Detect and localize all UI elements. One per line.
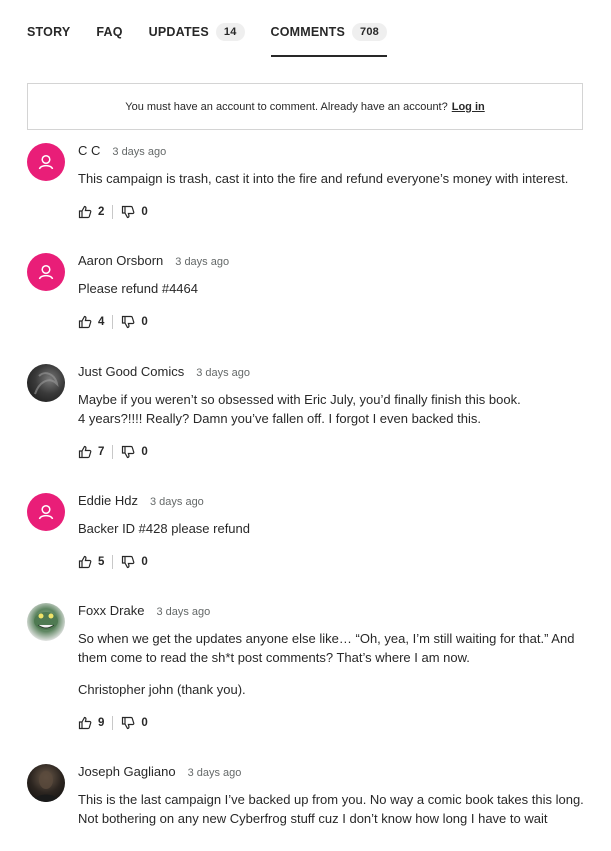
thumbs-up-icon — [78, 555, 92, 569]
thumbs-up-icon — [78, 315, 92, 329]
tab-label: COMMENTS — [270, 25, 346, 39]
comment-time: 3 days ago — [175, 256, 230, 268]
tab-story[interactable]: STORY — [27, 18, 70, 46]
comment-time: 3 days ago — [196, 367, 251, 379]
comment-line: Maybe if you weren’t so obsessed with Er… — [78, 392, 521, 407]
vote-bar: 5 0 — [78, 554, 598, 570]
dislike-count: 0 — [141, 206, 148, 218]
like-button[interactable]: 2 — [78, 205, 104, 219]
like-button[interactable]: 5 — [78, 555, 104, 569]
divider — [112, 555, 114, 569]
login-notice: You must have an account to comment. Alr… — [27, 83, 583, 130]
user-icon — [38, 264, 54, 280]
thumbs-down-icon — [122, 445, 135, 459]
comment-text: So when we get the updates anyone else l… — [78, 629, 598, 699]
avatar[interactable] — [27, 253, 65, 291]
profile-photo-icon — [33, 771, 59, 802]
thumbs-up-icon — [78, 716, 92, 730]
comment-text: This is the last campaign I’ve backed up… — [78, 790, 598, 828]
comment-line: This campaign is trash, cast it into the… — [78, 171, 569, 186]
comment-time: 3 days ago — [156, 606, 211, 618]
comment-author[interactable]: Eddie Hdz — [78, 493, 138, 508]
avatar[interactable] — [27, 493, 65, 531]
vote-bar: 2 0 — [78, 204, 598, 220]
dislike-count: 0 — [141, 446, 148, 458]
dislike-button[interactable]: 0 — [121, 445, 148, 459]
like-count: 9 — [98, 717, 105, 729]
avatar[interactable] — [27, 603, 65, 641]
like-count: 2 — [98, 206, 105, 218]
thumbs-up-icon — [78, 445, 92, 459]
tab-label: STORY — [27, 25, 71, 39]
comment-author[interactable]: Just Good Comics — [78, 364, 184, 379]
tab-label: UPDATES — [148, 25, 209, 39]
comment-text: This campaign is trash, cast it into the… — [78, 169, 598, 188]
tab-bar: STORY FAQ UPDATES 14 COMMENTS 708 — [27, 18, 413, 58]
thumbs-down-icon — [122, 716, 135, 730]
comment-author[interactable]: Joseph Gagliano — [78, 764, 176, 779]
vote-bar: 7 0 — [78, 444, 598, 460]
comment-author[interactable]: Foxx Drake — [78, 603, 144, 618]
like-count: 4 — [98, 316, 105, 328]
like-count: 7 — [98, 446, 105, 458]
avatar[interactable] — [27, 764, 65, 802]
comment-author[interactable]: C C — [78, 143, 100, 158]
divider — [112, 205, 114, 219]
user-icon — [38, 154, 54, 170]
tab-comments[interactable]: COMMENTS 708 — [270, 18, 388, 57]
comment-text: Please refund #4464 — [78, 279, 598, 298]
divider — [112, 445, 114, 459]
comment-line: Christopher john (thank you). — [78, 682, 246, 697]
login-link[interactable]: Log in — [452, 101, 485, 113]
user-icon — [38, 504, 54, 520]
comment-time: 3 days ago — [187, 767, 242, 779]
comment-line: This is the last campaign I’ve backed up… — [78, 792, 584, 807]
comment-text: Backer ID #428 please refund — [78, 519, 598, 538]
thumbs-down-icon — [122, 555, 135, 569]
vote-bar: 4 0 — [78, 314, 598, 330]
vote-bar: 9 0 — [78, 715, 598, 731]
like-count: 5 — [98, 556, 105, 568]
thumbs-up-icon — [78, 205, 92, 219]
tab-label: FAQ — [96, 25, 123, 39]
notice-text: You must have an account to comment. Alr… — [125, 100, 448, 113]
avatar[interactable] — [27, 364, 65, 402]
frog-avatar-icon — [34, 612, 58, 630]
comment-line: Backer ID #428 please refund — [78, 521, 250, 536]
thumbs-down-icon — [122, 315, 135, 329]
dislike-button[interactable]: 0 — [121, 205, 148, 219]
tab-count-badge: 14 — [215, 23, 245, 41]
dislike-count: 0 — [141, 316, 148, 328]
divider — [112, 315, 114, 329]
dislike-count: 0 — [141, 717, 148, 729]
dislike-button[interactable]: 0 — [121, 716, 148, 730]
divider — [112, 716, 114, 730]
thumbs-down-icon — [122, 205, 135, 219]
comment-line: 4 years?!!!! Really? Damn you’ve fallen … — [78, 411, 481, 426]
dislike-button[interactable]: 0 — [121, 555, 148, 569]
avatar[interactable] — [27, 143, 65, 181]
comment-text: Maybe if you weren’t so obsessed with Er… — [78, 390, 598, 428]
comment-line: Not bothering on any new Cyberfrog stuff… — [78, 811, 548, 826]
like-button[interactable]: 4 — [78, 315, 104, 329]
tab-faq[interactable]: FAQ — [96, 18, 122, 46]
like-button[interactable]: 9 — [78, 716, 104, 730]
profile-photo-icon — [34, 372, 59, 395]
comment-line: Please refund #4464 — [78, 281, 198, 296]
tab-updates[interactable]: UPDATES 14 — [149, 18, 245, 46]
comment-author[interactable]: Aaron Orsborn — [78, 253, 163, 268]
dislike-count: 0 — [141, 556, 148, 568]
comment-time: 3 days ago — [112, 146, 167, 158]
like-button[interactable]: 7 — [78, 445, 104, 459]
dislike-button[interactable]: 0 — [121, 315, 148, 329]
tab-count-badge: 708 — [352, 23, 387, 41]
comment-time: 3 days ago — [149, 496, 204, 508]
comment-line: So when we get the updates anyone else l… — [78, 631, 575, 665]
